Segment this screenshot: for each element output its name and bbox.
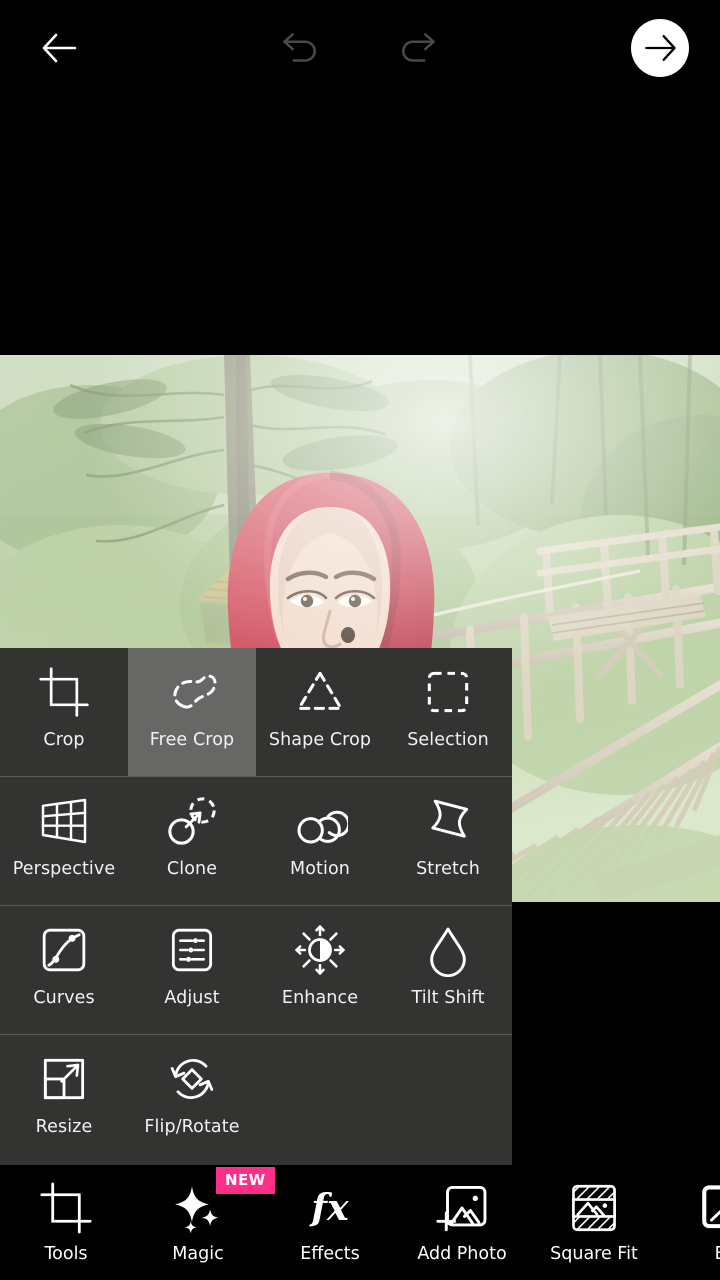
redo-arrow-icon [402, 33, 435, 62]
tools-row: Crop Free Crop Shape Crop Selection [0, 648, 512, 777]
forward-apply-button[interactable] [631, 19, 689, 77]
nav-label: Add Photo [417, 1244, 507, 1264]
arrow-left-icon [42, 33, 77, 63]
tool-perspective[interactable]: Perspective [0, 777, 128, 905]
nav-item-tools[interactable]: Tools [0, 1165, 132, 1280]
nav-label: Tools [44, 1244, 88, 1264]
free-crop-icon [173, 674, 217, 709]
tool-label: Stretch [416, 859, 480, 879]
top-toolbar [0, 0, 720, 96]
nav-item-square-fit[interactable]: Square Fit [528, 1165, 660, 1280]
motion-icon [297, 810, 348, 844]
tool-enhance[interactable]: Enhance [256, 906, 384, 1034]
tool-motion[interactable]: Motion [256, 777, 384, 905]
curves-icon [42, 928, 86, 972]
tool-label: Curves [33, 988, 95, 1008]
adjust-icon [171, 928, 213, 972]
tool-label: Resize [35, 1117, 93, 1137]
tools-row: Resize Flip/Rotate [0, 1035, 512, 1164]
redo-button[interactable] [386, 18, 452, 78]
tool-resize[interactable]: Resize [0, 1035, 128, 1163]
add-photo-icon [436, 1186, 487, 1232]
tool-label: Selection [407, 730, 489, 750]
tools-row: Perspective Clone Motion Stretch [0, 777, 512, 906]
crop-tools-icon [40, 1182, 92, 1234]
nav-label: Bo [715, 1244, 720, 1264]
nav-item-borders[interactable]: Bo [660, 1165, 720, 1280]
undo-button[interactable] [266, 18, 332, 78]
enhance-icon [294, 924, 346, 976]
tool-label: Tilt Shift [411, 988, 485, 1008]
tool-label: Motion [290, 859, 350, 879]
new-badge: NEW [216, 1167, 275, 1194]
tool-adjust[interactable]: Adjust [128, 906, 256, 1034]
tools-row: Curves Adjust Enhance Tilt Shift [0, 906, 512, 1035]
tool-label: Adjust [164, 988, 220, 1008]
fx-icon: fx [308, 1186, 349, 1229]
tool-label: Free Crop [149, 730, 235, 750]
tool-label: Enhance [281, 988, 359, 1008]
tool-label: Flip/Rotate [144, 1117, 240, 1137]
tools-panel: Crop Free Crop Shape Crop Selection Pers… [0, 648, 512, 1165]
photo-editor-screen: Crop Free Crop Shape Crop Selection Pers… [0, 0, 720, 1280]
tool-free-crop[interactable]: Free Crop [128, 648, 256, 776]
back-button[interactable] [26, 18, 92, 78]
crop-icon [39, 667, 89, 717]
tool-flip-rotate[interactable]: Flip/Rotate [128, 1035, 256, 1163]
borders-icon [702, 1185, 720, 1229]
nav-label: Square Fit [550, 1244, 638, 1264]
tool-label: Perspective [12, 859, 116, 879]
shape-crop-icon [297, 671, 343, 710]
tool-stretch[interactable]: Stretch [384, 777, 512, 905]
tool-tilt-shift[interactable]: Tilt Shift [384, 906, 512, 1034]
tilt-shift-icon [430, 927, 466, 978]
perspective-icon [41, 798, 87, 844]
flip-rotate-icon [170, 1059, 214, 1099]
svg-text:fx: fx [308, 1186, 349, 1229]
stretch-icon [431, 799, 469, 838]
nav-label: Magic [172, 1244, 224, 1264]
nav-item-effects[interactable]: fx Effects [264, 1165, 396, 1280]
bottom-navigation-bar: Tools Magic fx Effects Add Photo Square … [0, 1165, 720, 1280]
nav-item-add-photo[interactable]: Add Photo [396, 1165, 528, 1280]
tool-label: Clone [166, 859, 218, 879]
selection-icon [427, 671, 469, 713]
tool-curves[interactable]: Curves [0, 906, 128, 1034]
tool-selection[interactable]: Selection [384, 648, 512, 776]
tool-clone[interactable]: Clone [128, 777, 256, 905]
tool-label: Crop [43, 730, 85, 750]
arrow-right-icon [645, 35, 676, 61]
square-fit-icon [572, 1184, 616, 1232]
clone-icon [168, 797, 216, 845]
tool-crop[interactable]: Crop [0, 648, 128, 776]
resize-icon [43, 1058, 85, 1100]
nav-label: Effects [300, 1244, 360, 1264]
undo-arrow-icon [283, 33, 316, 62]
tool-shape-crop[interactable]: Shape Crop [256, 648, 384, 776]
tool-label: Shape Crop [268, 730, 372, 750]
